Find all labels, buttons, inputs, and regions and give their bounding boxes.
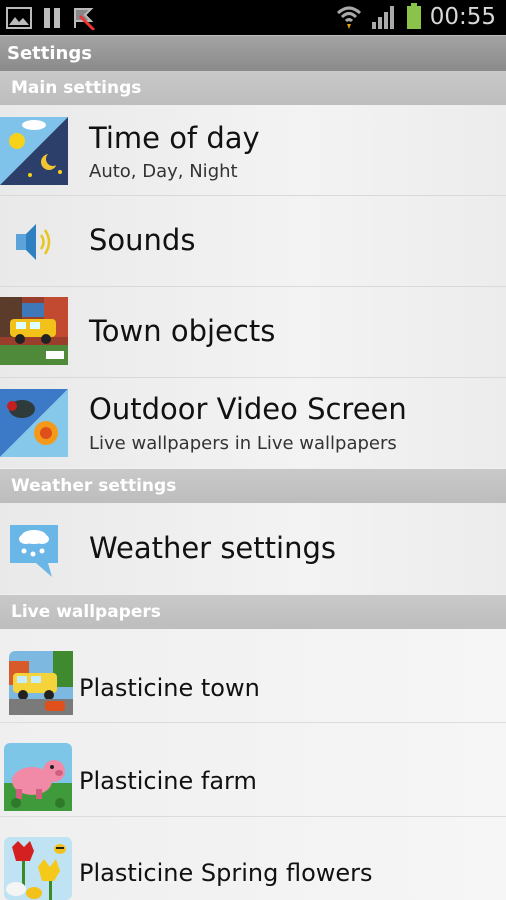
setting-title: Outdoor Video Screen xyxy=(89,392,407,426)
wallpaper-title: Plasticine town xyxy=(79,674,260,702)
speaker-icon xyxy=(16,224,51,260)
pause-icon xyxy=(44,8,60,28)
wallpaper-title: Plasticine Spring flowers xyxy=(79,859,373,887)
flag-icon xyxy=(74,8,96,30)
wallpaper-plasticine-spring-flowers[interactable]: Plasticine Spring flowers xyxy=(0,817,506,900)
setting-outdoor-video-screen[interactable]: Outdoor Video Screen Live wallpapers in … xyxy=(0,378,506,468)
gallery-icon xyxy=(6,7,32,29)
section-label: Live wallpapers xyxy=(11,602,161,622)
section-label: Main settings xyxy=(11,78,142,98)
plasticine-town-icon xyxy=(9,651,73,715)
setting-title: Time of day xyxy=(89,121,260,155)
setting-sounds[interactable]: Sounds xyxy=(0,196,506,287)
setting-time-of-day[interactable]: Time of day Auto, Day, Night xyxy=(0,105,506,196)
setting-subtitle: Auto, Day, Night xyxy=(89,161,238,182)
section-label: Weather settings xyxy=(11,476,177,496)
setting-subtitle: Live wallpapers in Live wallpapers xyxy=(89,433,397,454)
setting-town-objects[interactable]: Town objects xyxy=(0,287,506,378)
plasticine-flowers-icon xyxy=(4,837,72,900)
outdoor-screen-icon xyxy=(0,389,68,457)
section-header-weather: Weather settings xyxy=(0,469,506,503)
wallpaper-title: Plasticine farm xyxy=(79,767,257,795)
setting-title: Weather settings xyxy=(89,531,336,565)
section-header-main: Main settings xyxy=(0,71,506,105)
section-header-live: Live wallpapers xyxy=(0,595,506,629)
setting-title: Sounds xyxy=(89,223,196,257)
town-objects-icon xyxy=(0,297,68,365)
battery-icon xyxy=(406,3,421,29)
signal-icon xyxy=(371,5,394,29)
plasticine-farm-icon xyxy=(4,743,72,811)
wifi-icon xyxy=(336,6,361,29)
setting-title: Town objects xyxy=(89,314,276,348)
wallpaper-plasticine-town[interactable]: Plasticine town xyxy=(0,629,506,723)
title-bar: Settings xyxy=(0,35,506,72)
day-night-icon xyxy=(0,117,68,185)
setting-weather[interactable]: Weather settings xyxy=(0,503,506,594)
weather-cloud-icon xyxy=(10,525,58,577)
clock: 00:55 xyxy=(429,3,496,30)
wallpaper-plasticine-farm[interactable]: Plasticine farm xyxy=(0,723,506,817)
page-title: Settings xyxy=(7,43,92,64)
status-bar: 00:55 xyxy=(0,0,506,35)
